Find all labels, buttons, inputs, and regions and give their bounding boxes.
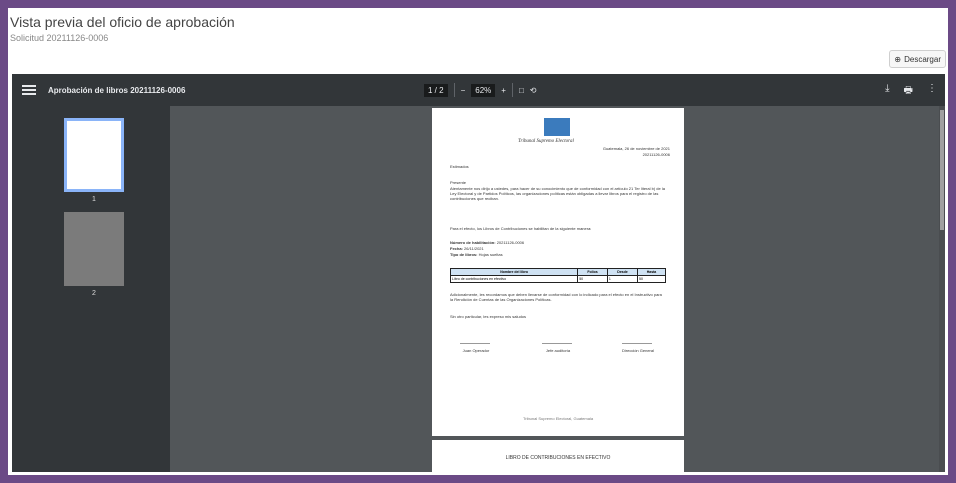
table-row: Libro de contribuciones en efectivo 50 1… — [449, 275, 666, 283]
date-line: Fecha: 26/11/2021 — [450, 246, 484, 251]
book-type-line: Tipo de libros: Hojas sueltas — [450, 252, 503, 257]
greeting: Estimados — [450, 164, 469, 169]
fit-page-icon[interactable]: □ — [519, 86, 524, 95]
table-header: Nombre del libro — [449, 268, 579, 276]
zoom-out-icon[interactable]: − — [461, 86, 466, 95]
signature — [542, 328, 572, 344]
page-subtitle: Solicitud 20211126-0006 — [10, 33, 109, 43]
zoom-input[interactable]: 62% — [471, 83, 496, 97]
table-cell: 50 — [637, 275, 666, 283]
viewer-right-controls: ⤓ 🖶 ⋮ — [885, 83, 937, 100]
paragraph-3: Adicionalmente, les recordamos que deben… — [450, 292, 662, 302]
download-icon: ⊕ — [894, 54, 902, 64]
reference-number: 20211126-0006 — [642, 152, 670, 157]
viewer-center-controls: 1 / 2 − 62% + □ ⟲ — [424, 83, 536, 97]
table-header: Desde — [606, 268, 639, 276]
zoom-in-icon[interactable]: + — [501, 86, 506, 95]
header: Vista previa del oficio de aprobación So… — [10, 14, 235, 43]
page-indicator[interactable]: 1 / 2 — [424, 83, 448, 97]
books-table: Nombre del libro Folios Desde Hasta Libr… — [449, 268, 666, 283]
document-page-1: Tribunal Supremo Electoral Guatemala, 26… — [432, 108, 684, 436]
viewer-toolbar: Aprobación de libros 20211126-0006 1 / 2… — [12, 74, 945, 106]
paragraph-1: Atentamente nos dirijo a ustedes, para h… — [450, 186, 665, 201]
page-title: Vista previa del oficio de aprobación — [10, 14, 235, 30]
request-number: Número de habilitación: 20211126-0006 — [450, 240, 525, 245]
divider — [453, 83, 455, 97]
page-footer: Tribunal Supremo Electoral, Guatemala — [522, 416, 594, 421]
table-cell: 50 — [577, 275, 608, 283]
table-cell: Libro de contribuciones en efectivo — [449, 275, 579, 283]
pdf-viewer: Aprobación de libros 20211126-0006 1 / 2… — [12, 74, 945, 472]
paragraph-2: Para el efecto, los Libros de Contribuci… — [450, 226, 592, 231]
institution-logo — [544, 118, 570, 136]
scrollbar-thumb[interactable] — [940, 110, 944, 230]
signer-name: Juan Operador — [462, 348, 490, 353]
signer-name: Dirección General — [621, 348, 654, 353]
thumbnail-label: 1 — [92, 196, 96, 203]
divider — [511, 83, 513, 97]
signature — [460, 328, 490, 344]
thumbnail-page-2[interactable] — [64, 212, 124, 286]
download-icon[interactable]: ⤓ — [885, 83, 889, 100]
thumbnail-label: 2 — [92, 290, 96, 297]
thumbnail-page-1[interactable] — [64, 118, 124, 192]
thumbnails-sidebar: 1 2 — [12, 106, 170, 472]
rotate-icon[interactable]: ⟲ — [530, 86, 537, 95]
signer-name: Jefe auditoría — [545, 348, 571, 353]
download-button[interactable]: ⊕ Descargar — [889, 50, 946, 68]
page-2-title: LIBRO DE CONTRIBUCIONES EN EFECTIVO — [505, 455, 611, 461]
table-header: Folios — [577, 268, 608, 276]
viewer-document-title: Aprobación de libros 20211126-0006 — [48, 85, 186, 95]
table-cell: 1 — [606, 275, 639, 283]
document-page-2: LIBRO DE CONTRIBUCIONES EN EFECTIVO — [432, 440, 684, 472]
signature — [622, 328, 652, 344]
menu-icon[interactable] — [22, 85, 36, 95]
table-header: Hasta — [637, 268, 666, 276]
download-label: Descargar — [904, 54, 941, 64]
institution-name: Tribunal Supremo Electoral — [518, 139, 574, 144]
place-date: Guatemala, 26 de noviembre de 2021 — [602, 146, 670, 151]
salutation: Presente — [450, 180, 467, 185]
print-icon[interactable]: 🖶 — [904, 83, 913, 100]
more-icon[interactable]: ⋮ — [927, 83, 937, 100]
closing: Sin otro particular, les expreso mis sal… — [450, 314, 527, 319]
table-header-row: Nombre del libro Folios Desde Hasta — [449, 268, 666, 276]
